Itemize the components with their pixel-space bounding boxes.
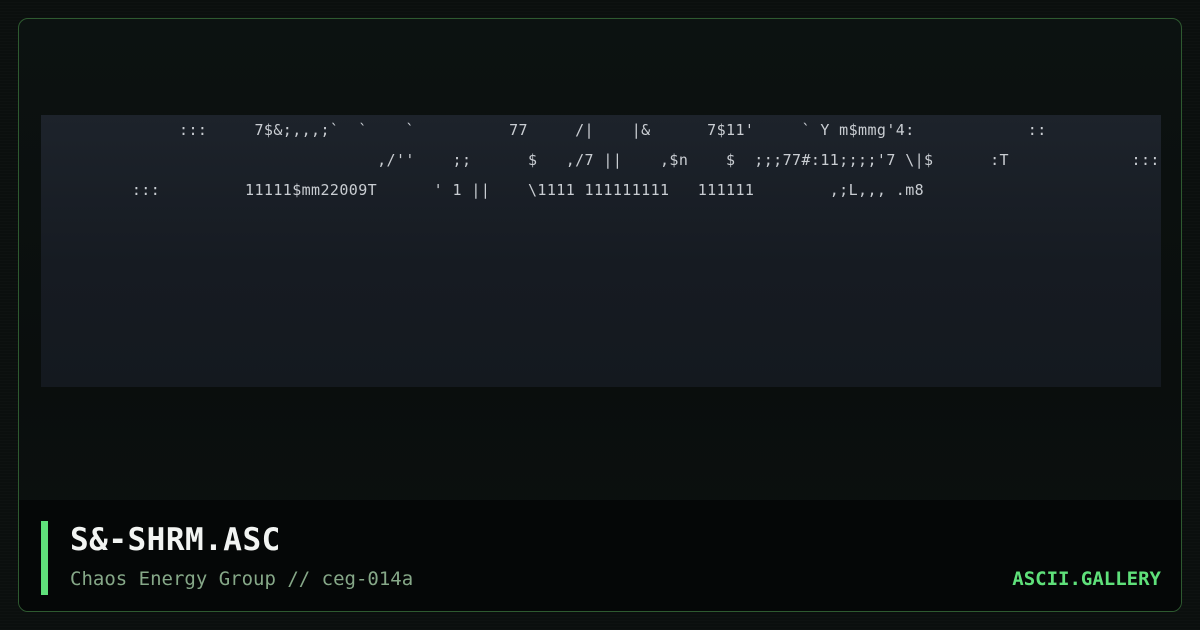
ascii-art-panel: ::: 7$&;,,,;` ` ` 77 /| |& 7$11' ` Y m$m… (41, 115, 1161, 387)
artwork-title: S&-SHRM.ASC (70, 522, 281, 558)
card-footer: S&-SHRM.ASC Chaos Energy Group // ceg-01… (19, 500, 1181, 611)
accent-bar (41, 521, 48, 595)
site-brand-link[interactable]: ASCII.GALLERY (1012, 568, 1161, 590)
card-frame: ::: 7$&;,,,;` ` ` 77 /| |& 7$11' ` Y m$m… (18, 18, 1182, 612)
artwork-subtitle: Chaos Energy Group // ceg-014a (70, 568, 414, 590)
ascii-art-text: ::: 7$&;,,,;` ` ` 77 /| |& 7$11' ` Y m$m… (131, 121, 1161, 199)
